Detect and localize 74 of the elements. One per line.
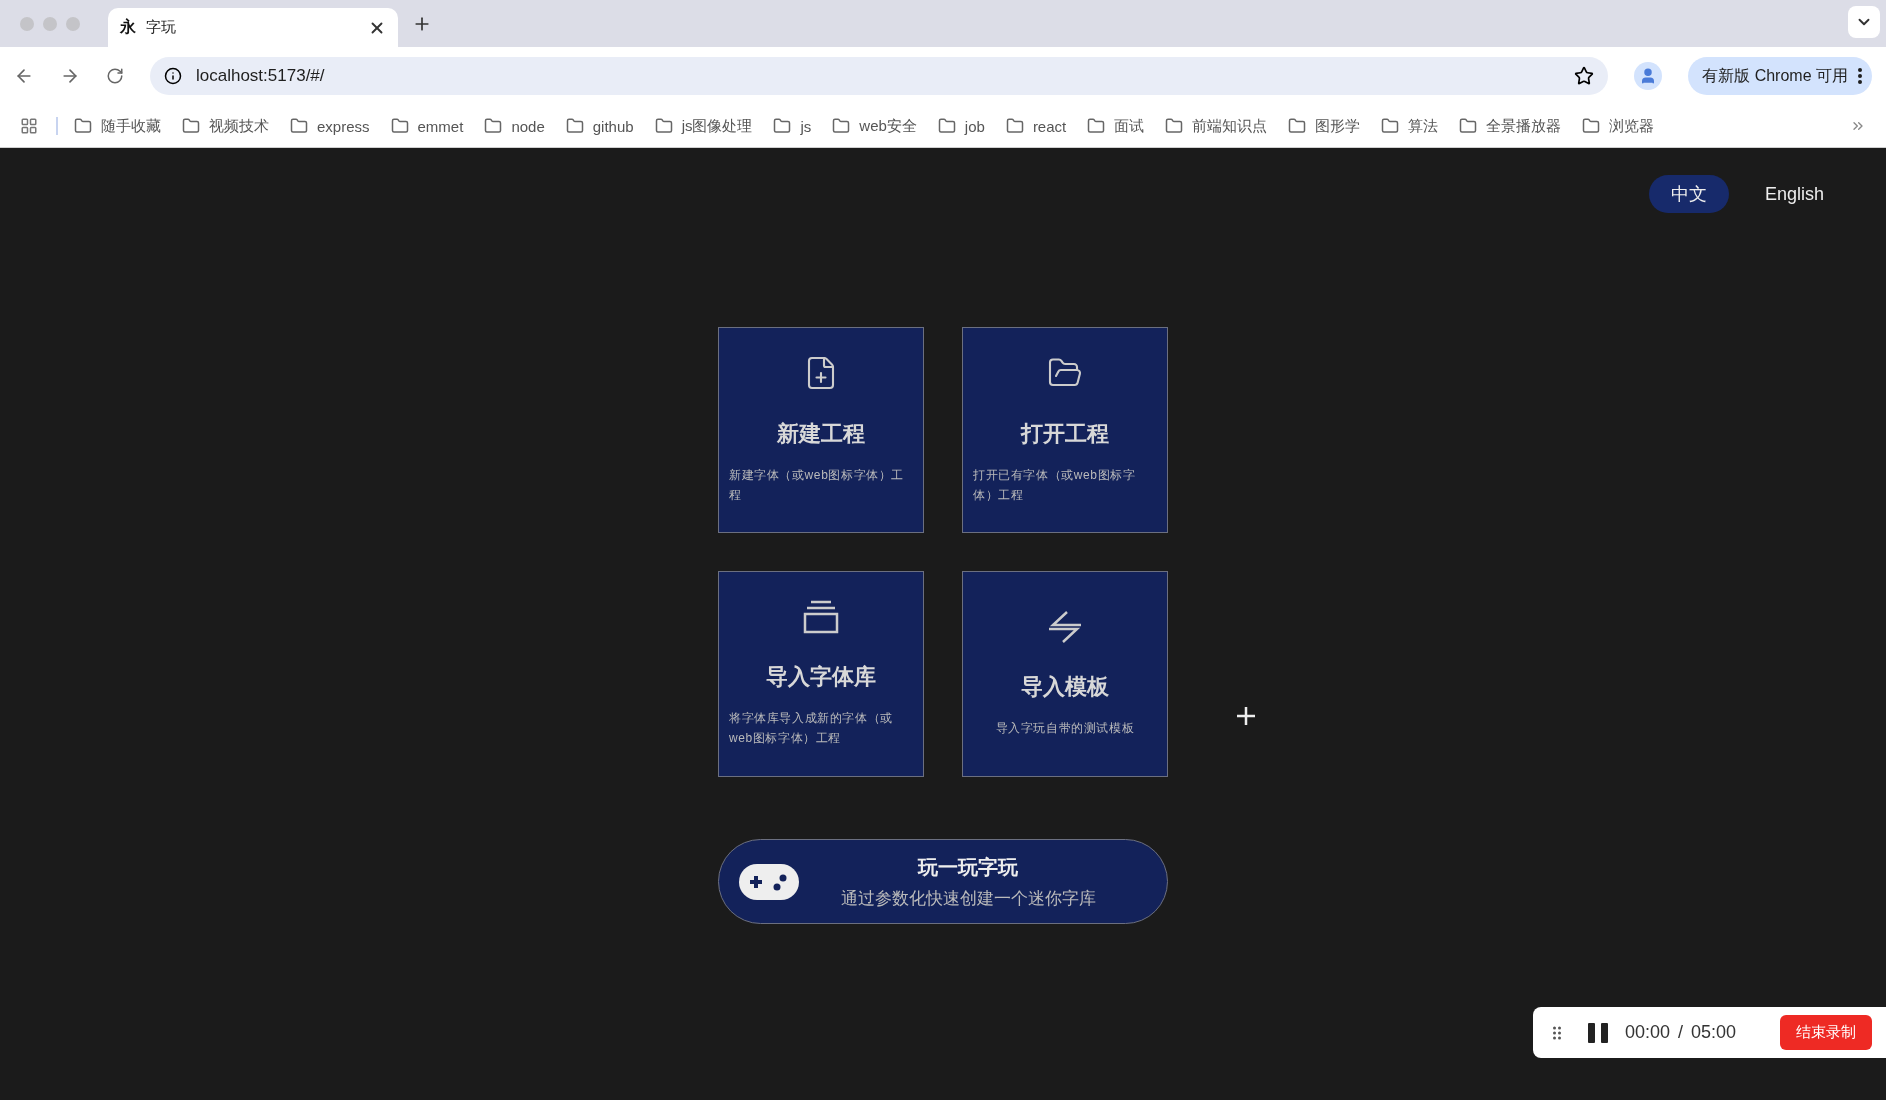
more-options-icon — [1858, 68, 1862, 84]
action-card[interactable]: 导入模板 导入字玩自带的测试模板 — [962, 571, 1168, 777]
address-field[interactable]: localhost:5173/#/ — [150, 57, 1609, 95]
stop-recording-button[interactable]: 结束录制 — [1780, 1015, 1872, 1050]
play-title: 玩一玩字玩 — [918, 854, 1018, 880]
crosshair-cursor-icon — [1236, 706, 1256, 726]
gamepad-icon — [739, 863, 799, 900]
bookmark-item[interactable]: 图形学 — [1288, 116, 1361, 136]
star-icon[interactable] — [1574, 66, 1595, 86]
total-time: 05:00 — [1691, 1022, 1737, 1043]
bookmark-item[interactable]: github — [565, 117, 634, 135]
folder-icon — [484, 117, 503, 135]
folder-icon — [74, 117, 92, 135]
card-title: 新建工程 — [777, 420, 865, 448]
folder-icon — [565, 117, 584, 135]
card-description: 新建字体（或web图标字体）工程 — [729, 467, 905, 504]
profile-icon[interactable] — [1634, 62, 1663, 90]
play-subtitle: 通过参数化快速创建一个迷你字库 — [840, 887, 1096, 910]
bookmark-item[interactable]: 前端知识点 — [1165, 116, 1268, 136]
time-separator: / — [1678, 1022, 1684, 1043]
url-text: localhost:5173/#/ — [196, 66, 326, 86]
bookmark-item[interactable]: web安全 — [832, 116, 917, 136]
update-button[interactable]: 有新版 Chrome 可用 — [1688, 57, 1872, 95]
card-description: 将字体库导入成新的字体（或web图标字体）工程 — [729, 710, 894, 747]
folder-icon — [1165, 117, 1184, 135]
action-card[interactable]: 导入字体库 将字体库导入成新的字体（或web图标字体）工程 — [718, 571, 924, 777]
language-option[interactable]: 中文 — [1648, 175, 1729, 213]
drag-handle-icon[interactable] — [1553, 1025, 1561, 1040]
swap-arrows-icon — [1047, 610, 1083, 644]
bookmark-item[interactable]: react — [1005, 117, 1067, 135]
bookmark-item[interactable]: js — [773, 117, 812, 135]
card-description: 导入字玩自带的测试模板 — [994, 720, 1136, 737]
card-title: 导入模板 — [1021, 673, 1109, 701]
bookmark-item[interactable]: 算法 — [1381, 116, 1439, 136]
folder-icon — [1005, 117, 1024, 135]
play-button[interactable]: 玩一玩字玩 通过参数化快速创建一个迷你字库 — [718, 839, 1168, 924]
folder-icon — [1087, 117, 1106, 135]
folder-icon — [182, 117, 200, 135]
bookmark-item[interactable]: 视频技术 — [182, 116, 269, 136]
bookmark-item[interactable]: 随手收藏 — [74, 116, 161, 136]
elapsed-time: 00:00 — [1625, 1022, 1671, 1043]
bookmark-item[interactable]: 浏览器 — [1582, 116, 1655, 136]
apps-icon[interactable] — [20, 117, 38, 135]
browser-tab[interactable]: 永 字玩 — [108, 8, 398, 47]
folder-icon — [1582, 117, 1601, 135]
bookmark-item[interactable]: job — [937, 117, 985, 135]
folder-icon — [390, 117, 409, 135]
bookmark-item[interactable]: js图像处理 — [654, 116, 753, 136]
folder-icon — [773, 117, 792, 135]
folder-icon — [654, 117, 673, 135]
folder-icon — [1381, 117, 1400, 135]
bookmark-item[interactable]: emmet — [390, 117, 464, 135]
card-title: 打开工程 — [1021, 420, 1109, 448]
folder-icon — [290, 117, 308, 135]
info-icon — [164, 67, 182, 85]
favicon: 永 — [120, 17, 136, 37]
folder-icon — [832, 117, 851, 135]
language-option[interactable]: English — [1742, 175, 1846, 213]
bookmark-item[interactable]: 面试 — [1087, 116, 1145, 136]
bookmark-item[interactable]: node — [484, 117, 545, 135]
folder-icon — [1288, 117, 1307, 135]
tab-menu-icon[interactable] — [1848, 6, 1880, 38]
pause-icon[interactable] — [1587, 1021, 1609, 1044]
reload-icon[interactable] — [106, 67, 124, 85]
card-description: 打开已有字体（或web图标字体）工程 — [973, 467, 1137, 504]
folder-icon — [937, 117, 956, 135]
bookmark-item[interactable]: 全景播放器 — [1459, 116, 1562, 136]
action-card[interactable]: 新建工程 新建字体（或web图标字体）工程 — [718, 327, 924, 533]
card-title: 导入字体库 — [766, 663, 876, 691]
layers-icon — [803, 600, 839, 634]
action-card[interactable]: 打开工程 打开已有字体（或web图标字体）工程 — [962, 327, 1168, 533]
folder-icon — [1459, 117, 1478, 135]
bookmark-item[interactable]: express — [290, 117, 370, 135]
tab-title: 字玩 — [146, 18, 177, 37]
